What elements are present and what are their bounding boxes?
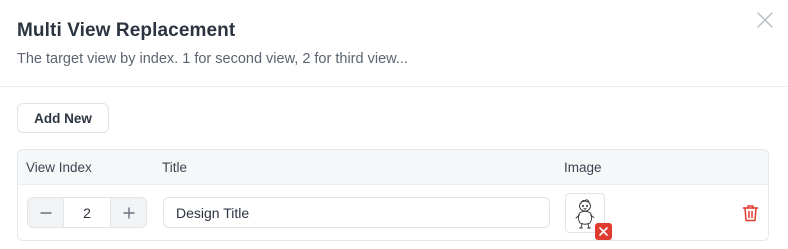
dialog-header: Multi View Replacement The target view b… [0,0,788,87]
multi-view-replacement-dialog: Multi View Replacement The target view b… [0,0,788,249]
remove-image-icon[interactable] [595,223,612,240]
dialog-title: Multi View Replacement [17,20,236,41]
view-index-value[interactable]: 2 [64,198,110,227]
dialog-subtitle: The target view by index. 1 for second v… [17,51,408,67]
plus-icon [122,206,135,219]
column-header-title: Title [162,160,188,175]
increment-button[interactable] [110,198,146,227]
title-input[interactable] [163,197,550,228]
minus-icon [39,211,52,214]
table-row: 2 [18,185,768,240]
close-icon[interactable] [756,11,774,29]
add-new-button[interactable]: Add New [17,103,109,133]
views-table: View Index Title Image 2 [17,149,769,241]
column-header-image: Image [564,160,602,175]
view-index-stepper: 2 [27,197,147,228]
column-header-view-index: View Index [26,160,92,175]
decrement-button[interactable] [28,198,64,227]
trash-icon[interactable] [742,204,759,222]
table-header: View Index Title Image [18,150,768,185]
